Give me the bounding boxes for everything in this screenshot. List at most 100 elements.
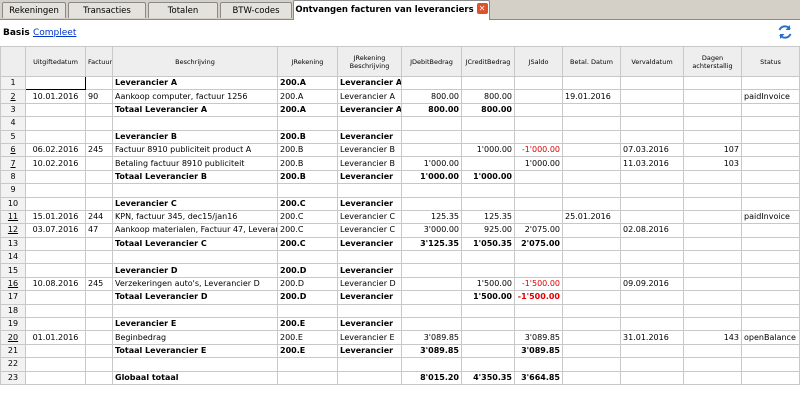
table-cell[interactable] [85,370,113,385]
table-cell[interactable] [85,116,113,131]
table-cell[interactable]: 25.01.2016 [562,209,621,225]
table-cell[interactable]: Totaal Leverancier D [112,290,278,305]
table-cell[interactable] [25,129,86,144]
table-cell[interactable]: 200.D [277,276,338,292]
table-cell[interactable] [562,370,621,385]
table-cell[interactable] [683,250,742,265]
table-cell[interactable]: 10.02.2016 [25,156,86,171]
table-cell[interactable] [562,357,621,372]
tab-totalen[interactable]: Totalen [148,2,218,18]
table-cell[interactable] [683,263,742,278]
table-cell[interactable] [683,317,742,332]
table-cell[interactable]: 200.D [277,290,338,305]
table-cell[interactable] [112,116,278,131]
table-cell[interactable] [85,236,113,252]
table-cell[interactable]: 3'089.85 [401,330,462,345]
table-cell[interactable]: 200.B [277,169,338,185]
table-cell[interactable] [85,250,113,265]
table-cell[interactable] [25,169,86,185]
table-cell[interactable] [562,196,621,211]
table-cell[interactable] [514,183,563,198]
table-cell[interactable] [741,129,800,144]
table-row[interactable]: 1 Leverancier A 200.A Leverancier A [0,75,800,91]
table-cell[interactable]: 07.03.2016 [620,142,684,158]
table-cell[interactable] [562,343,621,359]
table-cell[interactable] [337,370,402,385]
table-cell[interactable]: 3'125.35 [401,236,462,252]
table-cell[interactable]: -1'500.00 [514,276,563,292]
table-row[interactable]: 4 [0,116,800,131]
table-cell[interactable] [514,303,563,319]
column-header[interactable]: Beschrijving [112,46,278,77]
table-cell[interactable]: Leverancier B [112,129,278,144]
table-cell[interactable]: 3'089.85 [514,343,563,359]
table-cell[interactable] [461,250,515,265]
table-cell[interactable] [461,75,515,91]
table-cell[interactable] [85,102,113,118]
table-cell[interactable] [562,303,621,319]
table-row[interactable]: 17 Totaal Leverancier D 200.D Leverancier 1'… [0,290,800,305]
row-number[interactable]: 7 [0,156,26,171]
table-row[interactable]: 15 Leverancier D 200.D Leverancier [0,263,800,278]
column-header[interactable]: Dagen achterstallig [683,46,742,77]
table-cell[interactable] [401,290,462,305]
table-cell[interactable] [562,236,621,252]
table-cell[interactable]: 200.D [277,263,338,278]
table-cell[interactable]: 47 [85,223,113,238]
table-cell[interactable] [562,142,621,158]
table-cell[interactable] [620,370,684,385]
row-number[interactable]: 11 [0,209,26,225]
table-cell[interactable] [562,102,621,118]
table-cell[interactable] [562,75,621,91]
table-cell[interactable] [683,223,742,238]
table-cell[interactable]: 3'000.00 [401,223,462,238]
column-header[interactable]: JCreditBedrag [461,46,515,77]
table-cell[interactable] [85,75,113,91]
table-cell[interactable] [620,196,684,211]
table-cell[interactable] [741,276,800,292]
table-cell[interactable] [25,290,86,305]
table-cell[interactable] [277,250,338,265]
table-row[interactable]: 10 Leverancier C 200.C Leverancier [0,196,800,211]
table-cell[interactable]: 200.A [277,89,338,104]
table-cell[interactable]: 200.C [277,223,338,238]
table-row[interactable]: 11 15.01.2016 244 KPN, factuur 345, dec15/j… [0,209,800,225]
table-cell[interactable]: Leverancier D [337,276,402,292]
table-cell[interactable] [562,276,621,292]
table-cell[interactable]: 200.C [277,209,338,225]
table-cell[interactable] [461,183,515,198]
table-cell[interactable]: Aankoop computer, factuur 1256 [112,89,278,104]
table-cell[interactable]: 09.09.2016 [620,276,684,292]
table-cell[interactable]: 11.03.2016 [620,156,684,171]
table-cell[interactable]: 143 [683,330,742,345]
table-cell[interactable]: 31.01.2016 [620,330,684,345]
table-cell[interactable]: Leverancier A [337,102,402,118]
table-cell[interactable] [620,263,684,278]
table-cell[interactable]: 1'000.00 [461,142,515,158]
table-cell[interactable]: 200.C [277,196,338,211]
table-cell[interactable] [683,89,742,104]
column-header[interactable]: Factuur [85,46,113,77]
row-number[interactable]: 5 [0,129,26,144]
table-cell[interactable] [562,317,621,332]
table-cell[interactable]: Leverancier A [337,89,402,104]
row-number[interactable]: 19 [0,317,26,332]
table-cell[interactable] [683,196,742,211]
table-row[interactable]: 8 Totaal Leverancier B 200.B Leverancier 1'0… [0,169,800,185]
table-cell[interactable] [620,209,684,225]
table-cell[interactable] [741,303,800,319]
table-cell[interactable] [620,89,684,104]
table-cell[interactable] [741,357,800,372]
table-cell[interactable]: 1'000.00 [514,156,563,171]
table-cell[interactable] [562,183,621,198]
table-row[interactable]: 12 03.07.2016 47 Aankoop materialen, Factuu… [0,223,800,238]
table-cell[interactable] [85,196,113,211]
table-cell[interactable] [401,263,462,278]
table-cell[interactable]: Leverancier C [112,196,278,211]
table-cell[interactable] [85,330,113,345]
table-cell[interactable] [85,263,113,278]
table-cell[interactable] [562,129,621,144]
table-cell[interactable]: 06.02.2016 [25,142,86,158]
table-cell[interactable] [562,263,621,278]
table-cell[interactable] [514,263,563,278]
